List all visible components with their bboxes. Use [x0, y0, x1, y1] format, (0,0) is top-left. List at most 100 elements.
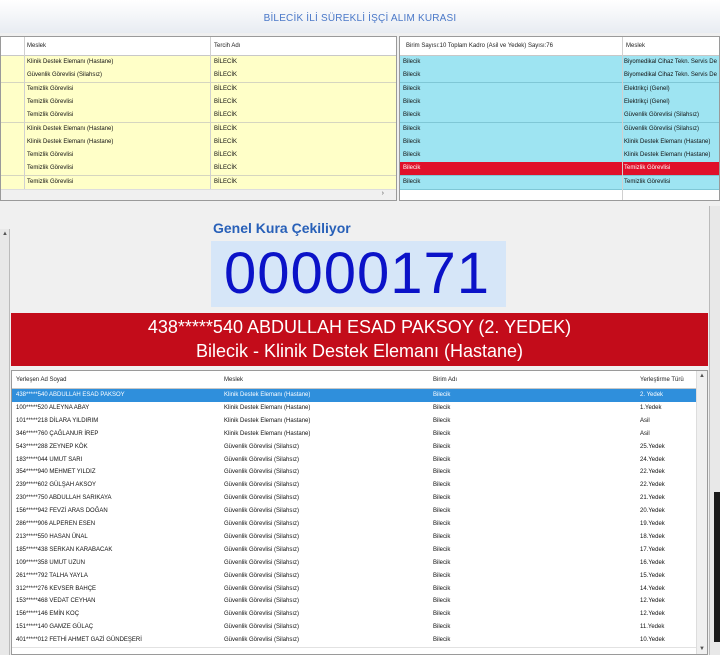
scroll-right-icon[interactable]: ›: [382, 190, 384, 197]
bottom-cell: Bilecik: [433, 637, 451, 644]
bottom-row[interactable]: 261*****792 TALHA YAYLA Güvenlik Görevlis…: [12, 569, 707, 584]
bottom-cell: 401*****012 FETHİ AHMET GAZİ GÜNDEŞERİ: [16, 637, 142, 644]
scroll-up-icon[interactable]: ▲: [0, 231, 10, 237]
top-left-row[interactable]: Temizlik Görevlisi BİLECİK: [1, 95, 396, 110]
bottom-cell: Güvenlik Görevlisi (Silahsız): [224, 495, 300, 502]
bottom-row[interactable]: 156*****146 EMİN KOÇ Güvenlik Görevlisi (…: [12, 608, 707, 623]
bottom-row[interactable]: 185*****438 SERKAN KARABACAK Güvenlik Gör…: [12, 543, 707, 558]
col-ad-soyad[interactable]: Yerleşen Ad Soyad: [16, 377, 66, 383]
top-left-cell: BİLECİK: [214, 138, 238, 145]
bottom-cell: Güvenlik Görevlisi (Silahsız): [224, 637, 300, 644]
bottom-cell: 109*****358 UMUT UZUN: [16, 559, 85, 566]
bottom-row[interactable]: 286*****906 ALPEREN ESEN Güvenlik Görevli…: [12, 518, 707, 532]
results-grid[interactable]: Yerleşen Ad Soyad Meslek Birim Adı Yerle…: [11, 370, 708, 655]
bottom-row[interactable]: 156*****942 FEVZİ ARAS DOĞAN Güvenlik Gör…: [12, 505, 707, 520]
bottom-cell: 11.Yedek: [640, 624, 665, 631]
bottom-row[interactable]: 100*****520 ALEYNA ABAY Klinik Destek Ele…: [12, 401, 707, 416]
bottom-cell: Asil: [640, 417, 650, 424]
bottom-cell: 101*****218 DİLARA YILDIRIM: [16, 417, 99, 424]
col-yerlestirme-turu[interactable]: Yerleştirme Türü: [640, 377, 684, 383]
top-left-row[interactable]: Temizlik Görevlisi BİLECİK: [1, 162, 396, 177]
col-birim-summary[interactable]: Birim Sayısı:10 Toplam Kadro (Asil ve Ye…: [406, 43, 553, 49]
top-left-cell: Temizlik Görevlisi: [27, 112, 74, 119]
bottom-row[interactable]: 213*****550 HASAN ÜNAL Güvenlik Görevlisi…: [12, 530, 707, 545]
bottom-cell: 543*****288 ZEYNEP KÖK: [16, 443, 88, 450]
bottom-row[interactable]: 151*****140 GAMZE GÜLAÇ Güvenlik Görevlis…: [12, 621, 707, 636]
top-left-cell: BİLECİK: [214, 85, 238, 92]
top-right-row[interactable]: Bilecik Elektrikçi (Genel): [400, 82, 719, 97]
bottom-cell: 22.Yedek: [640, 482, 665, 489]
bottom-cell: Güvenlik Görevlisi (Silahsız): [224, 469, 300, 476]
winner-name: 438*****540 ABDULLAH ESAD PAKSOY (2. YED…: [147, 317, 572, 337]
bottom-row[interactable]: 354*****940 MEHMET YILDIZ Güvenlik Görevl…: [12, 466, 707, 481]
bottom-cell: 156*****146 EMİN KOÇ: [16, 611, 80, 618]
bottom-cell: 19.Yedek: [640, 521, 665, 527]
top-right-cell: Klinik Destek Elemanı (Hastane): [624, 138, 711, 145]
top-right-row[interactable]: Bilecik Temizlik Görevlisi: [400, 175, 719, 190]
bottom-cell: Klinik Destek Elemanı (Hastane): [224, 404, 311, 411]
bottom-cell: Bilecik: [433, 533, 451, 540]
bottom-row[interactable]: 438*****540 ABDULLAH ESAD PAKSOY Klinik D…: [12, 389, 707, 403]
bottom-cell: 18.Yedek: [640, 533, 665, 540]
bottom-row[interactable]: 312*****276 KEVSER BAHÇE Güvenlik Görevli…: [12, 582, 707, 597]
scroll-up-icon[interactable]: ▲: [697, 373, 707, 379]
unit-grid[interactable]: Birim Sayısı:10 Toplam Kadro (Asil ve Ye…: [399, 36, 720, 201]
bottom-row[interactable]: 239*****602 GÜLŞAH AKSOY Güvenlik Görevli…: [12, 479, 707, 494]
bottom-cell: Güvenlik Görevlisi (Silahsız): [224, 611, 300, 618]
top-left-row[interactable]: Temizlik Görevlisi BİLECİK: [1, 149, 396, 164]
bottom-cell: Güvenlik Görevlisi (Silahsız): [224, 508, 300, 515]
top-left-row[interactable]: Güvenlik Görevlisi (Silahsız) BİLECİK: [1, 69, 396, 84]
col-meslek[interactable]: Meslek: [626, 43, 645, 49]
top-right-row[interactable]: Bilecik Güvenlik Görevlisi (Silahsız): [400, 122, 719, 137]
top-left-row[interactable]: Temizlik Görevlisi BİLECİK: [1, 109, 396, 124]
candidate-grid[interactable]: Meslek Tercih Adı Klinik Destek Elemanı …: [0, 36, 397, 201]
bottom-row[interactable]: 183*****044 UMUT SARI Güvenlik Görevlisi …: [12, 453, 707, 468]
top-right-row[interactable]: Bilecik Temizlik Görevlisi: [400, 162, 719, 177]
bottom-row[interactable]: 401*****012 FETHİ AHMET GAZİ GÜNDEŞERİ Gü…: [12, 634, 707, 649]
bottom-cell: 100*****520 ALEYNA ABAY: [16, 404, 90, 411]
bottom-row[interactable]: 109*****358 UMUT UZUN Güvenlik Görevlisi …: [12, 556, 707, 571]
col-tercih-adi[interactable]: Tercih Adı: [214, 43, 240, 49]
top-left-row[interactable]: Klinik Destek Elemanı (Hastane) BİLECİK: [1, 135, 396, 150]
top-left-row[interactable]: Klinik Destek Elemanı (Hastane) BİLECİK: [1, 56, 396, 70]
top-left-cell: BİLECİK: [214, 178, 238, 185]
top-right-row[interactable]: Bilecik Klinik Destek Elemanı (Hastane): [400, 149, 719, 164]
results-scrollbar[interactable]: ▲ ▼: [696, 371, 707, 654]
bottom-cell: 25.Yedek: [640, 443, 665, 450]
left-scrollbar[interactable]: ▲: [0, 229, 10, 655]
col-meslek[interactable]: Meslek: [224, 377, 243, 383]
bottom-cell: Bilecik: [433, 443, 451, 450]
bottom-row[interactable]: 153*****468 VEDAT CEYHAN Güvenlik Görevli…: [12, 595, 707, 610]
bottom-cell: Bilecik: [433, 430, 451, 437]
top-right-row[interactable]: Bilecik Biyomedikal Cihaz Tekn. Servis De: [400, 56, 719, 70]
top-left-row[interactable]: Temizlik Görevlisi BİLECİK: [1, 175, 396, 190]
bottom-cell: Klinik Destek Elemanı (Hastane): [224, 430, 311, 437]
bottom-cell: 1.Yedek: [640, 404, 662, 411]
top-left-cell: BİLECİK: [214, 112, 238, 119]
top-right-row[interactable]: Bilecik Biyomedikal Cihaz Tekn. Servis De: [400, 69, 719, 84]
top-left-row[interactable]: Temizlik Görevlisi BİLECİK: [1, 82, 396, 97]
bottom-cell: Güvenlik Görevlisi (Silahsız): [224, 585, 300, 592]
bottom-cell: 183*****044 UMUT SARI: [16, 456, 83, 463]
bottom-cell: Bilecik: [433, 624, 451, 631]
bottom-cell: Klinik Destek Elemanı (Hastane): [224, 417, 311, 424]
top-right-row[interactable]: Bilecik Elektrikçi (Genel): [400, 95, 719, 110]
bottom-cell: 24.Yedek: [640, 456, 665, 463]
bottom-cell: 16.Yedek: [640, 559, 665, 566]
bottom-row[interactable]: 230*****750 ABDULLAH SARIKAYA Güvenlik Gö…: [12, 492, 707, 507]
horizontal-scrollbar[interactable]: ›: [1, 189, 396, 200]
top-right-row[interactable]: Bilecik Klinik Destek Elemanı (Hastane): [400, 135, 719, 150]
candidate-grid-header: Meslek Tercih Adı: [1, 37, 396, 56]
bottom-row[interactable]: 543*****288 ZEYNEP KÖK Güvenlik Görevlisi…: [12, 440, 707, 455]
bottom-row[interactable]: 101*****218 DİLARA YILDIRIM Klinik Destek…: [12, 414, 707, 429]
top-left-row[interactable]: Klinik Destek Elemanı (Hastane) BİLECİK: [1, 122, 396, 137]
scroll-down-icon[interactable]: ▼: [697, 646, 707, 652]
col-meslek[interactable]: Meslek: [27, 43, 46, 49]
top-right-cell: Bilecik: [403, 165, 421, 172]
bottom-cell: Bilecik: [433, 546, 451, 553]
top-right-row[interactable]: Bilecik Güvenlik Görevlisi (Silahsız): [400, 109, 719, 124]
top-right-cell: Biyomedikal Cihaz Tekn. Servis De: [624, 72, 717, 79]
col-birim-adi[interactable]: Birim Adı: [433, 377, 457, 383]
page-title: BİLECİK İLİ SÜREKLİ İŞÇİ ALIM KURASI: [263, 13, 457, 24]
bottom-row[interactable]: 346*****760 ÇAĞLANUR İREP Klinik Destek E…: [12, 427, 707, 442]
